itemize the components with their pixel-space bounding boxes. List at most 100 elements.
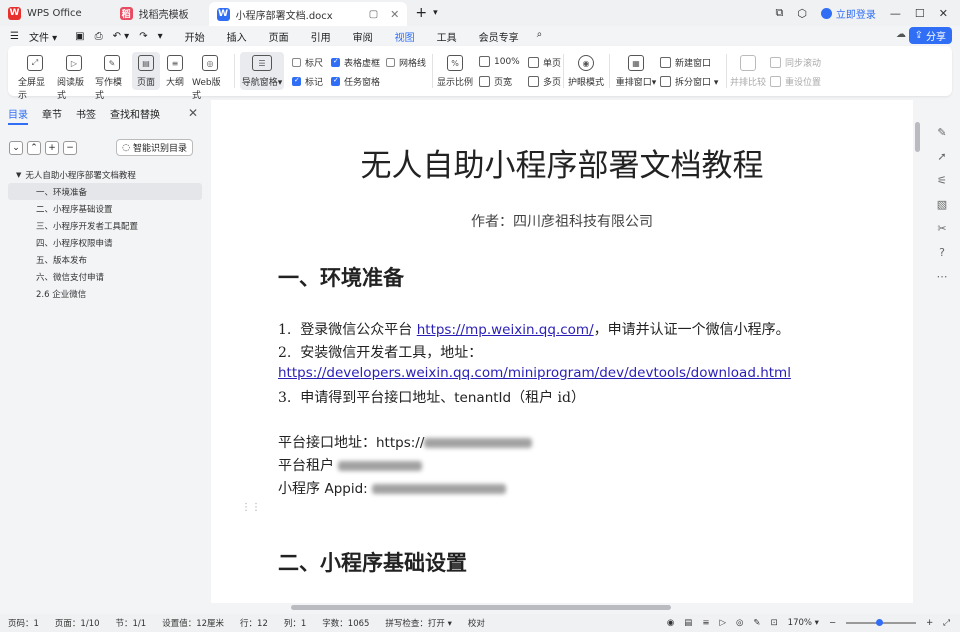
rearrange-window-button[interactable]: ▦ 重排窗口▾ <box>614 55 658 88</box>
status-setting[interactable]: 设置值：12厘米 <box>154 617 232 629</box>
status-page[interactable]: 页面：1/10 <box>47 617 108 629</box>
outline-item[interactable]: 五、版本发布 <box>0 251 210 268</box>
zoom-out-icon[interactable]: − <box>829 618 836 628</box>
expand-icon[interactable]: ⌃ <box>27 140 41 155</box>
image-edit-icon[interactable]: ▧ <box>937 198 947 211</box>
task-pane-checkbox[interactable]: 任务窗格 <box>331 75 380 88</box>
settings-sliders-icon[interactable]: ⚟ <box>937 174 947 187</box>
multi-page-button[interactable]: 多页 <box>528 75 561 88</box>
tools-icon[interactable]: ✂ <box>937 222 946 235</box>
tab-insert[interactable]: 插入 <box>227 29 247 44</box>
web-view-icon[interactable]: ◎ <box>736 618 743 628</box>
ruler-checkbox[interactable]: 标尺 <box>292 56 323 69</box>
nav-pane-button[interactable]: ☰ 导航窗格▾ <box>240 52 284 90</box>
outline-item[interactable]: 2.6 企业微信 <box>0 285 210 302</box>
page-view-icon[interactable]: ▤ <box>684 618 692 628</box>
window-restore-icon[interactable]: ⧉ <box>775 6 783 20</box>
eye-icon[interactable]: ◉ <box>667 618 674 628</box>
outline-item[interactable]: 三、小程序开发者工具配置 <box>0 217 210 234</box>
table-grid-checkbox[interactable]: 表格虚框 <box>331 56 380 69</box>
zoom-slider[interactable] <box>846 619 917 626</box>
side-compare-button[interactable]: 并排比较 <box>730 55 766 88</box>
drag-handle-icon[interactable]: ⋮⋮ <box>241 502 261 513</box>
cloud-icon[interactable]: ☁ <box>896 29 906 40</box>
minimize-icon[interactable]: — <box>890 7 901 20</box>
tab-page[interactable]: 页面 <box>269 29 289 44</box>
horizontal-scrollbar[interactable] <box>211 603 913 612</box>
tab-start[interactable]: 开始 <box>185 29 205 44</box>
ai-toc-button[interactable]: ◌ 智能识别目录 <box>116 139 193 156</box>
grid-lines-checkbox[interactable]: 网格线 <box>386 56 426 69</box>
status-proof[interactable]: 校对 <box>460 617 493 629</box>
outline-item[interactable]: 四、小程序权限申请 <box>0 234 210 251</box>
outline-view-icon[interactable]: ≡ <box>702 618 709 628</box>
nav-tab-toc[interactable]: 目录 <box>8 106 28 125</box>
vertical-scrollbar[interactable] <box>913 100 923 612</box>
fit-icon[interactable]: ⊡ <box>771 618 778 628</box>
outline-item[interactable]: 六、微信支付申请 <box>0 268 210 285</box>
new-tab-icon[interactable]: + <box>415 5 427 21</box>
tab-tools[interactable]: 工具 <box>437 29 457 44</box>
save-icon[interactable]: ▣ <box>75 31 84 42</box>
eye-mode-button[interactable]: ◉ 护眼模式 <box>567 55 605 88</box>
split-window-button[interactable]: 拆分窗口 ▾ <box>660 75 718 88</box>
nav-tab-chapter[interactable]: 章节 <box>42 106 62 125</box>
fullscreen-button[interactable]: ⤢ 全屏显示 <box>18 55 52 101</box>
help-icon[interactable]: ? <box>939 246 945 259</box>
more-options-icon[interactable]: ⋯ <box>937 270 948 283</box>
pen-icon[interactable]: ✎ <box>753 618 760 628</box>
redo-icon[interactable]: ↷ <box>139 31 147 42</box>
zoom-ratio-button[interactable]: % 显示比例 <box>436 55 474 88</box>
print-icon[interactable]: ⎙ <box>95 31 103 42</box>
tab-view[interactable]: 视图 <box>395 29 415 48</box>
tab-reference[interactable]: 引用 <box>311 29 331 44</box>
cube-icon[interactable]: ⬡ <box>797 7 807 20</box>
play-icon[interactable]: ▷ <box>719 618 726 628</box>
document-page[interactable]: 无人自助小程序部署文档教程 作者：四川彦祖科技有限公司 一、环境准备 1. 登录… <box>211 100 913 612</box>
zoom-100-button[interactable]: 100% <box>479 56 520 67</box>
nav-tab-bookmark[interactable]: 书签 <box>76 106 96 125</box>
close-icon[interactable]: ✕ <box>188 106 198 120</box>
tab-review[interactable]: 审阅 <box>353 29 373 44</box>
page-width-button[interactable]: 页宽 <box>479 75 512 88</box>
maximize-icon[interactable]: ☐ <box>915 7 925 20</box>
share-button[interactable]: ⇪ 分享 <box>908 27 952 44</box>
tab-docer[interactable]: 稻 找稻壳模板 <box>112 0 197 26</box>
status-section[interactable]: 节：1/1 <box>108 617 155 629</box>
status-words[interactable]: 字数：1065 <box>314 617 377 629</box>
outline-item[interactable]: 一、环境准备 <box>8 183 202 200</box>
collapse-icon[interactable]: ⌄ <box>9 140 23 155</box>
mark-checkbox[interactable]: 标记 <box>292 75 323 88</box>
nav-tab-find-replace[interactable]: 查找和替换 <box>110 106 160 125</box>
tab-member[interactable]: 会员专享 <box>479 29 519 44</box>
zoom-in-icon[interactable]: + <box>926 618 933 628</box>
close-window-icon[interactable]: ✕ <box>939 7 948 20</box>
mp-weixin-link[interactable]: https://mp.weixin.qq.com/ <box>417 322 594 338</box>
scrollbar-thumb[interactable] <box>291 605 671 610</box>
status-row[interactable]: 行：12 <box>232 617 276 629</box>
tab-document[interactable]: W 小程序部署文档.docx ▢ ✕ <box>208 2 408 26</box>
single-page-button[interactable]: 单页 <box>528 56 561 69</box>
fullscreen-icon[interactable]: ⤢ <box>943 618 950 628</box>
sync-scroll-button[interactable]: 同步滚动 <box>770 56 821 69</box>
file-menu[interactable]: 文件 ▾ <box>29 29 57 44</box>
more-icon[interactable]: ▾ <box>158 31 163 42</box>
new-window-button[interactable]: 新建窗口 <box>660 56 711 69</box>
status-col[interactable]: 列：1 <box>276 617 314 629</box>
writing-mode-button[interactable]: ✎ 写作模式 <box>95 55 129 101</box>
edit-pen-icon[interactable]: ✎ <box>937 126 946 139</box>
cursor-icon[interactable]: ➚ <box>937 150 946 163</box>
outline-view-button[interactable]: ≡ 大纲 <box>163 55 187 88</box>
remove-icon[interactable]: − <box>63 140 77 155</box>
add-icon[interactable]: + <box>45 140 59 155</box>
status-spell[interactable]: 拼写检查：打开 ▾ <box>377 617 459 629</box>
close-tab-icon[interactable]: ✕ <box>390 8 399 21</box>
reset-position-button[interactable]: 重设位置 <box>770 75 821 88</box>
hamburger-icon[interactable]: ☰ <box>10 31 19 42</box>
scrollbar-thumb[interactable] <box>915 122 920 152</box>
outline-root[interactable]: ▼ 无人自助小程序部署文档教程 <box>0 166 210 183</box>
status-page-code[interactable]: 页码：1 <box>0 617 47 629</box>
web-view-button[interactable]: ◎ Web版式 <box>192 55 228 101</box>
page-view-button[interactable]: ▤ 页面 <box>132 52 160 90</box>
tab-wps-office[interactable]: W WPS Office <box>0 0 90 26</box>
